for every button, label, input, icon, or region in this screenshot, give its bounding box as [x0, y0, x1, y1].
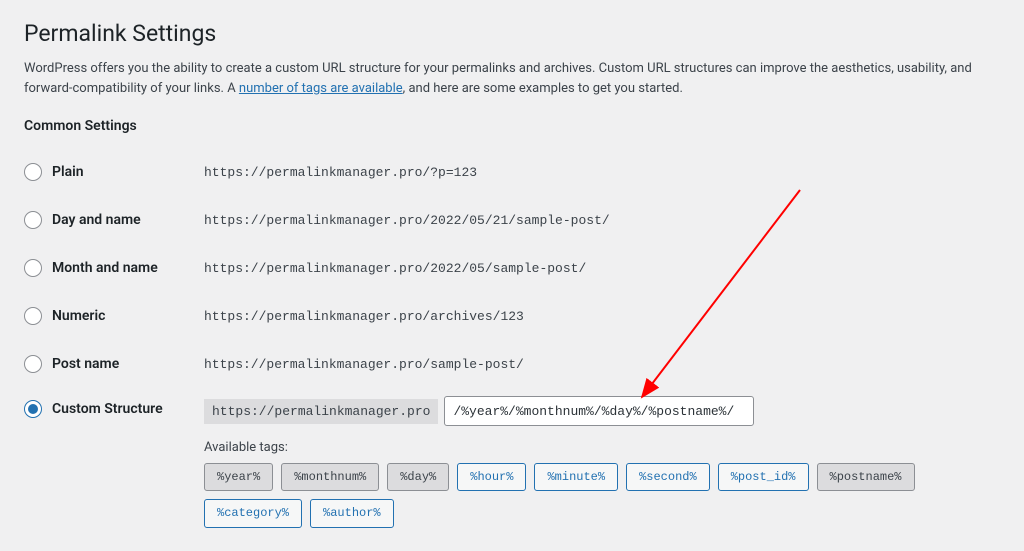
option-label-plain[interactable]: Plain — [24, 163, 204, 181]
tag-button-author[interactable]: %author% — [310, 499, 394, 527]
tag-button-hour[interactable]: %hour% — [457, 463, 526, 491]
tag-button-day[interactable]: %day% — [387, 463, 449, 491]
label-numeric: Numeric — [52, 308, 105, 324]
example-post-name: https://permalinkmanager.pro/sample-post… — [204, 357, 524, 372]
custom-prefix: https://permalinkmanager.pro — [204, 399, 438, 424]
label-day-name: Day and name — [52, 212, 141, 228]
example-day-name: https://permalinkmanager.pro/2022/05/21/… — [204, 213, 610, 228]
tag-button-postname[interactable]: %postname% — [817, 463, 915, 491]
tag-button-monthnum[interactable]: %monthnum% — [281, 463, 379, 491]
option-label-day-name[interactable]: Day and name — [24, 211, 204, 229]
available-tags-row: %year% %monthnum% %day% %hour% %minute% %seco… — [204, 463, 1000, 528]
common-settings-heading: Common Settings — [24, 118, 1000, 134]
available-tags-label: Available tags: — [204, 440, 1000, 455]
example-month-name: https://permalinkmanager.pro/2022/05/sam… — [204, 261, 586, 276]
label-plain: Plain — [52, 164, 84, 180]
example-plain: https://permalinkmanager.pro/?p=123 — [204, 165, 477, 180]
option-label-month-name[interactable]: Month and name — [24, 259, 204, 277]
example-numeric: https://permalinkmanager.pro/archives/12… — [204, 309, 524, 324]
label-post-name: Post name — [52, 356, 119, 372]
radio-numeric[interactable] — [24, 307, 42, 325]
label-custom: Custom Structure — [52, 401, 163, 417]
option-label-post-name[interactable]: Post name — [24, 355, 204, 373]
tag-button-minute[interactable]: %minute% — [534, 463, 618, 491]
radio-plain[interactable] — [24, 163, 42, 181]
label-month-name: Month and name — [52, 260, 158, 276]
option-row-plain: Plain https://permalinkmanager.pro/?p=12… — [24, 148, 1000, 196]
tags-help-link[interactable]: number of tags are available — [239, 81, 403, 96]
radio-day-name[interactable] — [24, 211, 42, 229]
option-label-custom[interactable]: Custom Structure — [24, 396, 204, 418]
option-row-numeric: Numeric https://permalinkmanager.pro/arc… — [24, 292, 1000, 340]
tag-button-second[interactable]: %second% — [626, 463, 710, 491]
option-row-month-name: Month and name https://permalinkmanager.… — [24, 244, 1000, 292]
page-title: Permalink Settings — [24, 20, 1000, 47]
tag-button-category[interactable]: %category% — [204, 499, 302, 527]
option-row-day-name: Day and name https://permalinkmanager.pr… — [24, 196, 1000, 244]
radio-custom[interactable] — [24, 400, 42, 418]
option-row-custom: Custom Structure https://permalinkmanage… — [24, 388, 1000, 531]
tag-button-post_id[interactable]: %post_id% — [718, 463, 809, 491]
permalink-options-group: Plain https://permalinkmanager.pro/?p=12… — [24, 148, 1000, 531]
radio-post-name[interactable] — [24, 355, 42, 373]
option-row-post-name: Post name https://permalinkmanager.pro/s… — [24, 340, 1000, 388]
custom-structure-input[interactable] — [444, 396, 754, 426]
description-text-post: , and here are some examples to get you … — [403, 81, 683, 96]
radio-month-name[interactable] — [24, 259, 42, 277]
tag-button-year[interactable]: %year% — [204, 463, 273, 491]
option-label-numeric[interactable]: Numeric — [24, 307, 204, 325]
page-description: WordPress offers you the ability to crea… — [24, 59, 1000, 98]
